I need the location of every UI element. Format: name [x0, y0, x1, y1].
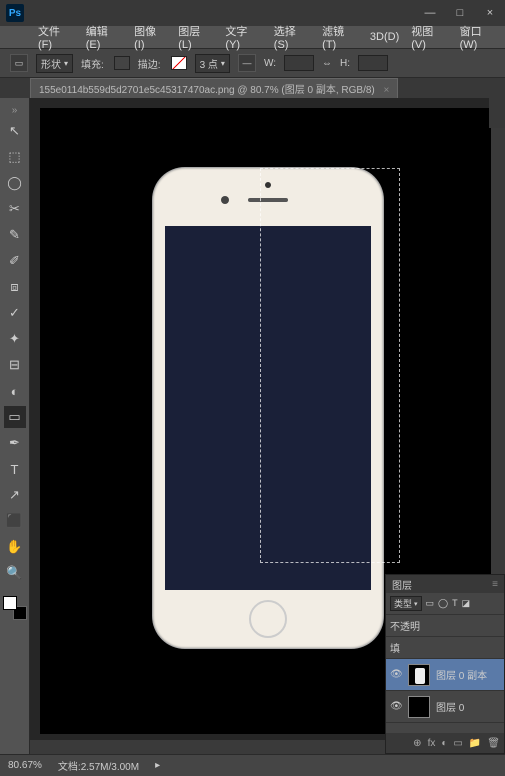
status-arrow-icon[interactable]: ▸: [155, 760, 160, 771]
width-input[interactable]: [284, 55, 314, 71]
filter-type-icon[interactable]: T: [452, 598, 458, 609]
visibility-icon[interactable]: 👁: [390, 701, 402, 712]
layer-item[interactable]: 👁 图层 0 副本: [386, 659, 504, 691]
menu-view[interactable]: 视图(V): [405, 23, 453, 51]
doc-label: 文档:: [58, 762, 81, 773]
opacity-label: 不透明: [390, 618, 420, 633]
menu-filter[interactable]: 滤镜(T): [316, 23, 364, 51]
eyedropper-tool[interactable]: ✎: [4, 224, 26, 246]
healing-tool[interactable]: ✓: [4, 302, 26, 324]
document-tab[interactable]: 155e0114b559d5d2701e5c45317470ac.png @ 8…: [30, 78, 398, 98]
tools-panel: » ↖ ⬚ ◯ ✂ ✎ ✐ ⧈ ✓ ✦ ⊟ ◐ ▭ ✒ T ↗ ⬛ ✋ 🔍: [0, 98, 30, 754]
fill-lock-label: 填: [390, 640, 400, 655]
phone-home-button-icon: [249, 600, 287, 638]
fill-label: 填充:: [81, 56, 104, 71]
doc-size: 2.57M/3.00M: [81, 762, 139, 773]
link-layers-icon[interactable]: ⊕: [413, 738, 421, 749]
h-label: H:: [340, 58, 350, 69]
doc-info[interactable]: 文档:2.57M/3.00M: [58, 758, 139, 773]
stroke-label: 描边:: [138, 56, 161, 71]
app-logo: Ps: [6, 4, 24, 22]
stroke-swatch[interactable]: [171, 56, 187, 70]
menu-3d[interactable]: 3D(D): [364, 31, 405, 43]
panel-menu-icon[interactable]: ≡: [492, 579, 498, 590]
shape-tool[interactable]: ▭: [4, 406, 26, 428]
layers-tab-label: 图层: [392, 577, 412, 592]
fill-swatch[interactable]: [114, 56, 130, 70]
status-bar: 80.67% 文档:2.57M/3.00M ▸: [0, 754, 505, 776]
layer-item[interactable]: 👁 图层 0: [386, 691, 504, 723]
color-swatches[interactable]: [3, 596, 27, 620]
menubar: 文件(F) 编辑(E) 图像(I) 图层(L) 文字(Y) 选择(S) 滤镜(T…: [0, 26, 505, 48]
hand-tool[interactable]: ✋: [4, 536, 26, 558]
collapsed-panels-strip[interactable]: [489, 98, 505, 128]
move-tool[interactable]: ↖: [4, 120, 26, 142]
path-tool[interactable]: ↗: [4, 484, 26, 506]
zoom-level[interactable]: 80.67%: [8, 760, 42, 771]
visibility-icon[interactable]: 👁: [390, 669, 402, 680]
layer-thumbnail: [408, 664, 430, 686]
menu-select[interactable]: 选择(S): [268, 23, 316, 51]
rect-tool[interactable]: ⬛: [4, 510, 26, 532]
shape-mode-dropdown[interactable]: 形状: [36, 54, 73, 73]
stroke-width-dropdown[interactable]: 3 点: [195, 54, 230, 73]
layer-kind-dropdown[interactable]: 类型: [390, 596, 422, 611]
tools-expand-icon[interactable]: »: [2, 104, 28, 116]
clone-tool[interactable]: ⧈: [4, 276, 26, 298]
menu-file[interactable]: 文件(F): [32, 23, 80, 51]
w-label: W:: [264, 58, 276, 69]
options-bar: ▭ 形状 填充: 描边: 3 点 — W: ⇔ H:: [0, 48, 505, 78]
dodge-tool[interactable]: ◐: [4, 380, 26, 402]
layer-name[interactable]: 图层 0 副本: [436, 667, 487, 682]
new-group-icon[interactable]: 📁: [469, 738, 481, 749]
crop-tool[interactable]: ✂: [4, 198, 26, 220]
tab-title: 155e0114b559d5d2701e5c45317470ac.png @ 8…: [39, 85, 375, 96]
new-adjustment-icon[interactable]: ▭: [453, 738, 462, 749]
filter-pixel-icon[interactable]: ▭: [426, 598, 435, 609]
filter-shape-icon[interactable]: ◪: [462, 598, 471, 609]
document-tabbar: 155e0114b559d5d2701e5c45317470ac.png @ 8…: [0, 78, 505, 98]
height-input[interactable]: [358, 55, 388, 71]
layers-tab[interactable]: 图层 ≡: [386, 575, 504, 593]
trash-icon[interactable]: 🗑: [487, 738, 500, 749]
marquee-tool[interactable]: ⬚: [4, 146, 26, 168]
gradient-tool[interactable]: ⊟: [4, 354, 26, 376]
menu-text[interactable]: 文字(Y): [219, 23, 267, 51]
menu-layer[interactable]: 图层(L): [172, 23, 219, 51]
layer-filter-icons: ▭ ◯ T ◪: [426, 598, 471, 609]
shape-tool-icon[interactable]: ▭: [10, 54, 28, 72]
menu-image[interactable]: 图像(I): [128, 23, 172, 51]
layers-footer: ⊕ fx ◐ ▭ 📁 🗑: [386, 733, 504, 753]
stroke-style-icon[interactable]: —: [238, 54, 256, 72]
layer-mask-icon[interactable]: ◐: [441, 738, 447, 749]
tab-close-icon[interactable]: ×: [384, 85, 390, 96]
lasso-tool[interactable]: ◯: [4, 172, 26, 194]
pen-tool[interactable]: ✒: [4, 432, 26, 454]
foreground-color-swatch[interactable]: [3, 596, 17, 610]
layer-name[interactable]: 图层 0: [436, 699, 464, 714]
filter-adjust-icon[interactable]: ◯: [438, 598, 448, 609]
layers-panel: 图层 ≡ 类型 ▭ ◯ T ◪ 不透明 填 👁 图层 0 副本 👁 图层 0 ⊕…: [385, 574, 505, 754]
brush-tool[interactable]: ✐: [4, 250, 26, 272]
layer-thumbnail: [408, 696, 430, 718]
drawing-shape-outline: [260, 168, 400, 563]
layer-fx-icon[interactable]: fx: [428, 738, 436, 749]
menu-window[interactable]: 窗口(W): [454, 23, 505, 51]
type-tool[interactable]: T: [4, 458, 26, 480]
zoom-tool[interactable]: 🔍: [4, 562, 26, 584]
phone-sensor-icon: [221, 196, 229, 204]
menu-edit[interactable]: 编辑(E): [80, 23, 128, 51]
link-icon[interactable]: ⇔: [322, 58, 332, 69]
magic-wand-tool[interactable]: ✦: [4, 328, 26, 350]
